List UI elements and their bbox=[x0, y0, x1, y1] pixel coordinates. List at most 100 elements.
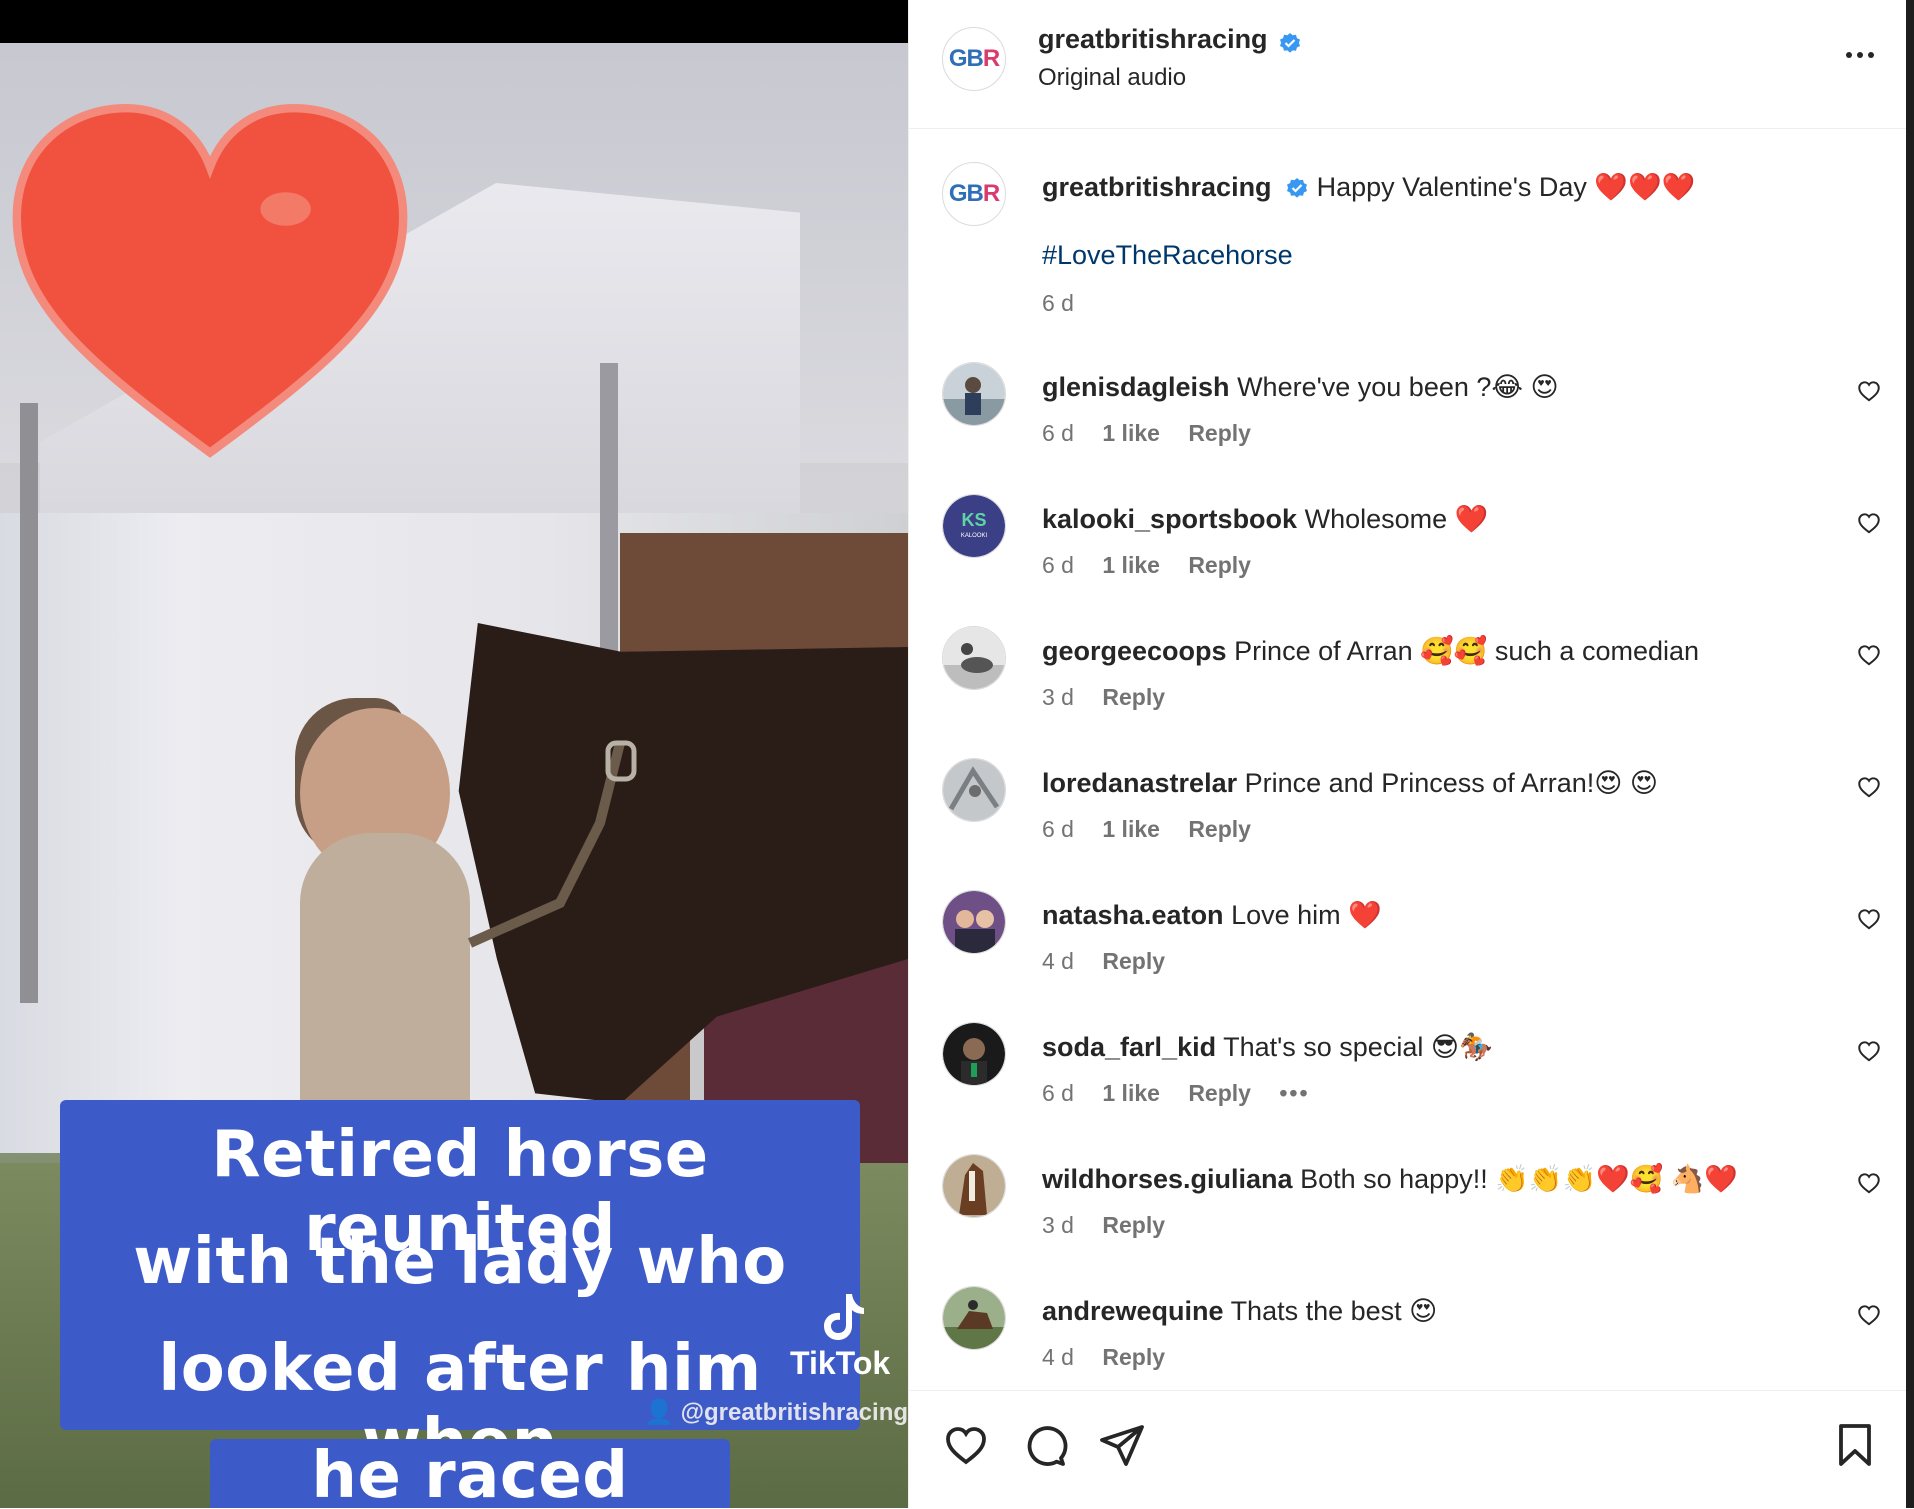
comment-text-line: loredanastrelar Prince and Princess of A… bbox=[1042, 766, 1822, 800]
caption-username[interactable]: greatbritishracing bbox=[1042, 172, 1272, 202]
commenter-avatar[interactable] bbox=[942, 1154, 1006, 1218]
avatar-photo-image bbox=[943, 759, 1005, 821]
comment-likes[interactable]: 1 like bbox=[1102, 816, 1160, 842]
share-icon[interactable] bbox=[1098, 1421, 1146, 1469]
caption-time: 6 d bbox=[1042, 290, 1074, 316]
comment-text-line: kalooki_sportsbook Wholesome ❤️ bbox=[1042, 502, 1822, 536]
like-heart-icon[interactable] bbox=[942, 1421, 990, 1469]
comment-username[interactable]: georgeecoops bbox=[1042, 636, 1227, 666]
reply-button[interactable]: Reply bbox=[1188, 1080, 1251, 1106]
post-media[interactable]: Retired horse reunited with the lady who… bbox=[0, 0, 908, 1508]
audio-label[interactable]: Original audio bbox=[1038, 64, 1186, 92]
commenter-avatar[interactable] bbox=[942, 1286, 1006, 1350]
comment-text-line: wildhorses.giuliana Both so happy!! 👏👏👏❤… bbox=[1042, 1162, 1822, 1196]
reply-button[interactable]: Reply bbox=[1102, 1344, 1165, 1370]
heart-icon[interactable] bbox=[1856, 642, 1882, 668]
heart-icon[interactable] bbox=[1856, 774, 1882, 800]
author-avatar[interactable]: GB R bbox=[942, 27, 1006, 91]
avatar-photo-image bbox=[943, 891, 1005, 953]
comment-text: Love him ❤️ bbox=[1231, 900, 1382, 930]
tiktok-handle: 👤 @greatbritishracing bbox=[644, 1399, 908, 1426]
comment-username[interactable]: andrewequine bbox=[1042, 1296, 1224, 1326]
comment-meta: 6 d 1 like Reply ••• bbox=[1042, 1080, 1332, 1107]
video-caption-line: with the lady who bbox=[133, 1225, 787, 1299]
caption-text-line: greatbritishracing Happy Valentine's Day… bbox=[1042, 170, 1822, 204]
reply-button[interactable]: Reply bbox=[1102, 684, 1165, 710]
window-edge bbox=[1906, 0, 1914, 1508]
comment-text: That's so special 😎🏇 bbox=[1223, 1032, 1493, 1062]
svg-text:KS: KS bbox=[961, 510, 986, 530]
avatar-photo-image: KS KALOOKI bbox=[943, 495, 1005, 557]
comment-meta: 3 d Reply bbox=[1042, 1212, 1187, 1239]
gbr-logo-icon: GB R bbox=[948, 45, 1000, 72]
comment-username[interactable]: natasha.eaton bbox=[1042, 900, 1224, 930]
commenter-avatar[interactable] bbox=[942, 890, 1006, 954]
commenter-avatar[interactable] bbox=[942, 626, 1006, 690]
verified-icon bbox=[1287, 177, 1308, 198]
comment-time: 6 d bbox=[1042, 552, 1074, 578]
comment-meta: 6 d 1 like Reply bbox=[1042, 552, 1273, 579]
comment-meta: 4 d Reply bbox=[1042, 948, 1187, 975]
comment-username[interactable]: wildhorses.giuliana bbox=[1042, 1164, 1293, 1194]
comment-username[interactable]: loredanastrelar bbox=[1042, 768, 1237, 798]
avatar-photo-image bbox=[943, 1287, 1005, 1349]
comments-section[interactable]: GB R greatbritishracing Happy Valentine's… bbox=[909, 128, 1907, 1390]
comment-meta: 4 d Reply bbox=[1042, 1344, 1187, 1371]
comment-text-line: georgeecoops Prince of Arran 🥰🥰 such a c… bbox=[1042, 634, 1822, 668]
comment-text: Prince and Princess of Arran!😍 😍 bbox=[1244, 768, 1659, 798]
gbr-logo-icon: GB R bbox=[948, 180, 1000, 207]
caption-avatar[interactable]: GB R bbox=[942, 162, 1006, 226]
comment-text: Prince of Arran 🥰🥰 such a comedian bbox=[1234, 636, 1700, 666]
comment-username[interactable]: soda_farl_kid bbox=[1042, 1032, 1216, 1062]
comment-meta: 6 d 1 like Reply bbox=[1042, 816, 1273, 843]
avatar-photo-image bbox=[943, 1155, 1005, 1217]
heart-icon[interactable] bbox=[1856, 906, 1882, 932]
tiktok-logo-icon bbox=[824, 1294, 864, 1340]
comment-time: 3 d bbox=[1042, 1212, 1074, 1238]
comment-time: 3 d bbox=[1042, 684, 1074, 710]
horse-halter bbox=[467, 740, 637, 948]
post-sidebar: GB R greatbritishracing Original audio GB… bbox=[908, 0, 1907, 1508]
reply-button[interactable]: Reply bbox=[1188, 816, 1251, 842]
avatar-photo-image bbox=[943, 1023, 1005, 1085]
reply-button[interactable]: Reply bbox=[1102, 948, 1165, 974]
avatar-photo-image bbox=[943, 627, 1005, 689]
heart-icon[interactable] bbox=[1856, 1302, 1882, 1328]
heart-icon[interactable] bbox=[1856, 1038, 1882, 1064]
commenter-avatar[interactable] bbox=[942, 1022, 1006, 1086]
author-username[interactable]: greatbritishracing bbox=[1038, 24, 1268, 54]
comment-likes[interactable]: 1 like bbox=[1102, 420, 1160, 446]
comment-likes[interactable]: 1 like bbox=[1102, 1080, 1160, 1106]
tiktok-handle-text: @greatbritishracing bbox=[680, 1399, 908, 1426]
reply-button[interactable]: Reply bbox=[1188, 552, 1251, 578]
heart-icon[interactable] bbox=[1856, 378, 1882, 404]
verified-icon bbox=[1280, 32, 1301, 53]
comment-text-line: soda_farl_kid That's so special 😎🏇 bbox=[1042, 1030, 1822, 1064]
commenter-avatar[interactable] bbox=[942, 362, 1006, 426]
heart-icon[interactable] bbox=[1856, 1170, 1882, 1196]
comment-text: Where've you been ?😂 😍 bbox=[1237, 372, 1559, 402]
media-top-bar bbox=[0, 0, 908, 43]
commenter-avatar[interactable] bbox=[942, 758, 1006, 822]
comment-time: 4 d bbox=[1042, 948, 1074, 974]
commenter-avatar[interactable]: KS KALOOKI bbox=[942, 494, 1006, 558]
comment-time: 6 d bbox=[1042, 420, 1074, 446]
comment-likes[interactable]: 1 like bbox=[1102, 552, 1160, 578]
bookmark-icon[interactable] bbox=[1831, 1421, 1879, 1469]
caption-text: Happy Valentine's Day ❤️❤️❤️ bbox=[1316, 172, 1696, 202]
post-action-bar bbox=[909, 1390, 1907, 1509]
author-name-row: greatbritishracing bbox=[1038, 24, 1302, 56]
comment-time: 4 d bbox=[1042, 1344, 1074, 1370]
reply-button[interactable]: Reply bbox=[1102, 1212, 1165, 1238]
heart-icon[interactable] bbox=[1856, 510, 1882, 536]
comment-text: Thats the best 😍 bbox=[1230, 1296, 1438, 1326]
comment-text-line: natasha.eaton Love him ❤️ bbox=[1042, 898, 1822, 932]
caption-hashtag[interactable]: #LoveTheRacehorse bbox=[1042, 240, 1293, 271]
comment-meta: 6 d 1 like Reply bbox=[1042, 420, 1273, 447]
reply-button[interactable]: Reply bbox=[1188, 420, 1251, 446]
comment-icon[interactable] bbox=[1020, 1421, 1068, 1469]
comment-options-icon[interactable]: ••• bbox=[1279, 1080, 1309, 1106]
more-icon[interactable] bbox=[1835, 40, 1885, 70]
comment-username[interactable]: glenisdagleish bbox=[1042, 372, 1230, 402]
comment-username[interactable]: kalooki_sportsbook bbox=[1042, 504, 1297, 534]
